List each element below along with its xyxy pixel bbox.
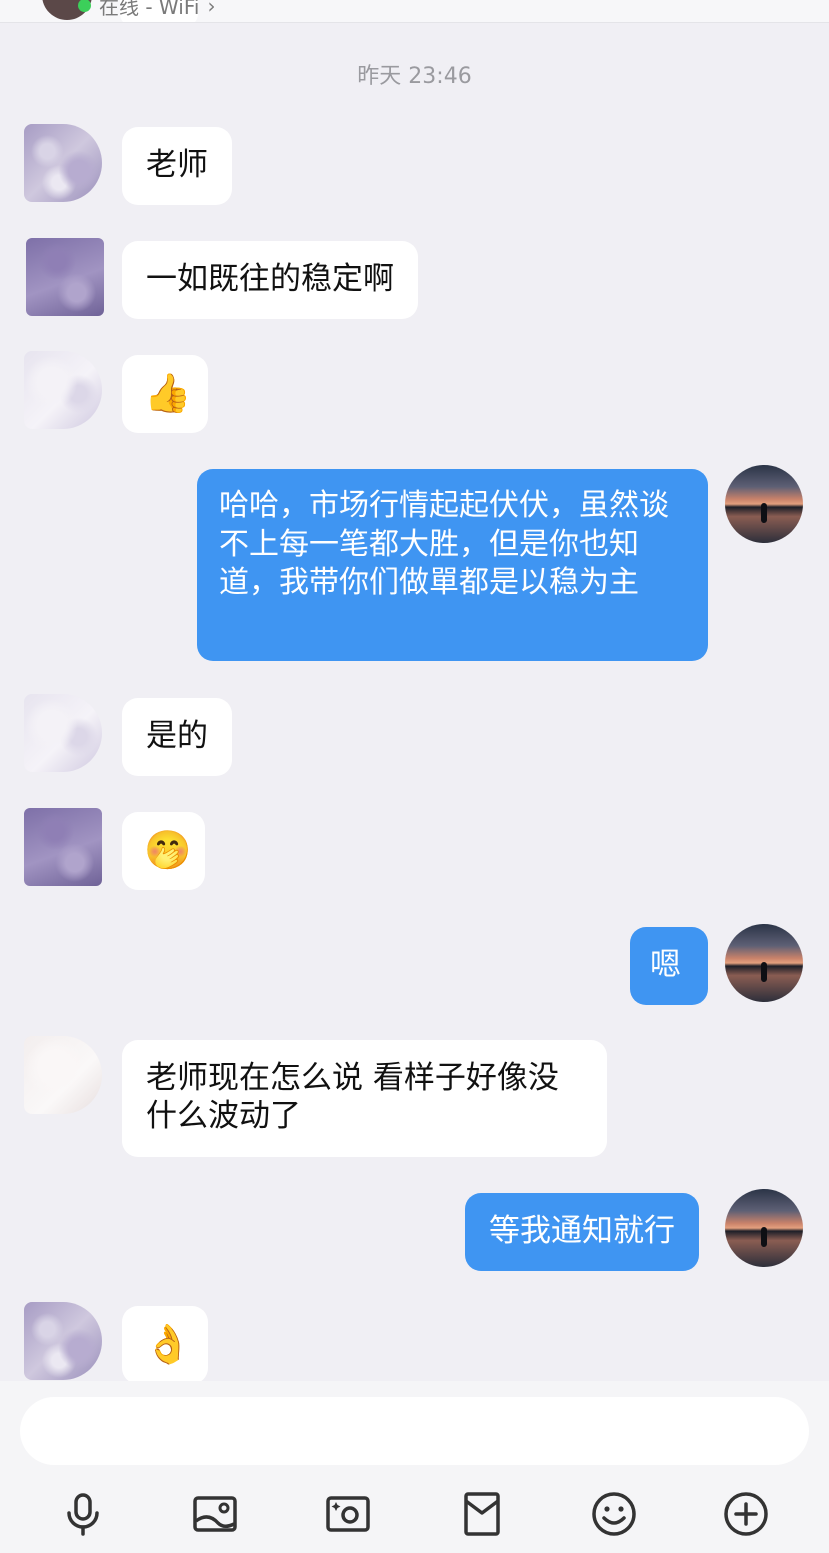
red-packet-button[interactable] [457, 1489, 507, 1539]
image-icon [193, 1496, 237, 1532]
microphone-icon [67, 1493, 99, 1536]
incoming-emoji-message[interactable]: 👌 [122, 1306, 208, 1384]
contact-avatar[interactable] [24, 694, 102, 772]
contact-avatar[interactable] [26, 238, 104, 316]
photo-button[interactable] [190, 1489, 240, 1539]
incoming-message[interactable]: 是的 [122, 698, 232, 776]
chat-screen: 在线 - WiFi › 昨天 23:46 老师 一如既往的稳定啊 👍 哈哈，市场… [0, 0, 829, 1553]
contact-avatar[interactable] [24, 1302, 102, 1380]
plus-icon [724, 1492, 768, 1536]
online-status-text: 在线 - WiFi [99, 0, 200, 19]
voice-button[interactable] [58, 1489, 108, 1539]
incoming-emoji-message[interactable]: 🤭 [122, 812, 205, 890]
incoming-message[interactable]: 老师 [122, 127, 232, 205]
message-timestamp: 昨天 23:46 [357, 64, 472, 89]
more-button[interactable] [721, 1489, 771, 1539]
incoming-message[interactable]: 一如既往的稳定啊 [122, 241, 418, 319]
online-status[interactable]: 在线 - WiFi › [78, 0, 215, 20]
contact-avatar[interactable] [24, 1036, 102, 1114]
red-packet-icon [464, 1492, 500, 1536]
message-input[interactable] [20, 1397, 809, 1465]
camera-button[interactable] [323, 1489, 373, 1539]
contact-avatar[interactable] [24, 124, 102, 202]
my-avatar[interactable] [725, 1189, 803, 1267]
camera-icon [326, 1496, 370, 1532]
contact-avatar[interactable] [24, 351, 102, 429]
message-composer [0, 1381, 829, 1553]
my-avatar[interactable] [725, 924, 803, 1002]
chat-header: 在线 - WiFi › [0, 0, 829, 23]
emoji-button[interactable] [589, 1489, 639, 1539]
outgoing-message[interactable]: 哈哈，市场行情起起伏伏，虽然谈不上每一笔都大胜，但是你也知道，我带你们做單都是以… [197, 469, 708, 661]
incoming-emoji-message[interactable]: 👍 [122, 355, 208, 433]
online-dot-icon [78, 0, 91, 12]
emoji-icon [592, 1492, 636, 1536]
outgoing-message[interactable]: 等我通知就行 [465, 1193, 699, 1271]
chevron-right-icon: › [207, 0, 216, 18]
outgoing-message[interactable]: 嗯 [630, 927, 708, 1005]
incoming-message[interactable]: 老师现在怎么说 看样子好像没什么波动了 [122, 1040, 607, 1157]
composer-toolbar [0, 1489, 829, 1539]
contact-avatar[interactable] [24, 808, 102, 886]
my-avatar[interactable] [725, 465, 803, 543]
